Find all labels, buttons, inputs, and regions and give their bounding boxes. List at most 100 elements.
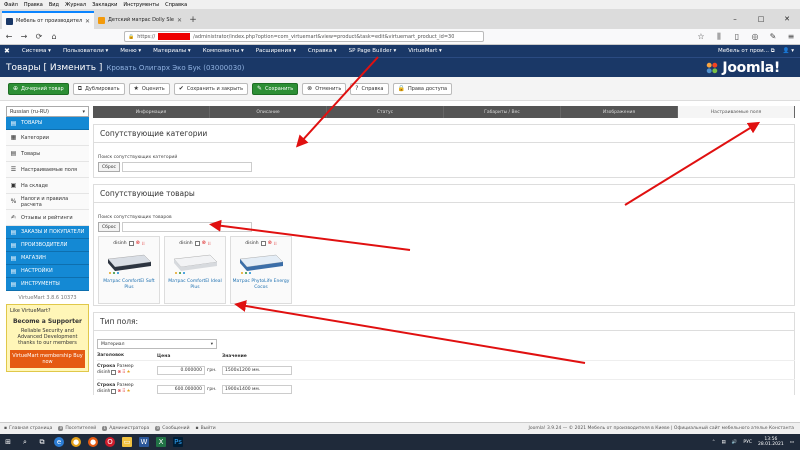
remove-icon[interactable]: ⊗ xyxy=(268,240,272,246)
notifications-icon[interactable]: ▭ xyxy=(790,440,794,445)
toolbar-button[interactable]: ⧉ Дублировать xyxy=(72,82,125,95)
toolbar-button[interactable]: ✔ Сохранить и закрыть xyxy=(173,82,249,95)
star-icon[interactable]: ★ xyxy=(126,370,130,376)
related-categories-search-input[interactable] xyxy=(122,162,253,172)
sidebar-item[interactable]: ▣ На складе xyxy=(6,178,89,194)
sidebar-icon[interactable]: ▯ xyxy=(732,32,742,42)
sidebar-item[interactable]: ☰ Настраиваемые поля xyxy=(6,162,89,178)
browser-menu-item[interactable]: Инструменты xyxy=(123,2,159,8)
input-language[interactable]: РУС xyxy=(743,440,752,445)
sidebar-item[interactable]: ▤ МАГАЗИН xyxy=(6,252,89,265)
topbar-menu-item[interactable]: Справка ▾ xyxy=(308,48,337,54)
url-bar[interactable]: 🔒 https:// /administrator/index.php?opti… xyxy=(124,31,484,42)
maximize-button[interactable]: □ xyxy=(748,9,774,29)
remove-icon[interactable]: ⊗ xyxy=(202,240,206,246)
new-tab-button[interactable]: + xyxy=(186,11,200,29)
sidebar-item[interactable]: ▤ ЗАКАЗЫ И ПОКУПАТЕЛИ xyxy=(6,226,89,239)
pen-icon[interactable]: ✎ xyxy=(768,32,778,42)
library-icon[interactable]: ⫼ xyxy=(714,32,724,42)
topbar-menu-item[interactable]: Система ▾ xyxy=(22,48,51,54)
drag-handle-icon[interactable]: ⠿ xyxy=(122,370,125,376)
browser-menu-item[interactable]: Файл xyxy=(4,2,18,8)
sidebar-item[interactable]: ▤ ТОВАРЫ xyxy=(6,117,89,130)
bookmark-star-icon[interactable]: ☆ xyxy=(696,32,706,42)
product-tab[interactable]: Габариты / Вес xyxy=(444,106,561,118)
task-view-icon[interactable]: ⧉ xyxy=(37,437,47,447)
site-link[interactable]: Мебель от прои... ⧉ xyxy=(718,48,775,55)
product-tab[interactable]: Настраиваемые поля xyxy=(678,106,795,118)
toolbar-button[interactable]: ★ Оценить xyxy=(128,82,170,95)
topbar-menu-item[interactable]: Материалы ▾ xyxy=(153,48,191,54)
sidebar-item[interactable]: ▤ Товары xyxy=(6,146,89,162)
joomla-logo-icon[interactable]: ✖ xyxy=(4,47,10,55)
edge-icon[interactable]: e xyxy=(54,437,64,447)
toolbar-button[interactable]: 🔒 Права доступа xyxy=(392,82,453,95)
product-checkbox[interactable] xyxy=(128,240,134,246)
footer-link[interactable]: 0 Сообщений xyxy=(155,426,190,431)
volume-icon[interactable]: 🔊 xyxy=(732,440,738,445)
product-tab[interactable]: Статус xyxy=(327,106,444,118)
row-checkbox[interactable] xyxy=(111,370,117,376)
toolbar-button[interactable]: ? Справка xyxy=(350,82,389,95)
browser-tab[interactable]: Детский матрас Dolly Sleep i✕ xyxy=(94,11,186,29)
product-tab[interactable]: Изображения xyxy=(561,106,678,118)
value-input[interactable]: 1500x1200 мм. xyxy=(222,365,292,375)
footer-link[interactable]: ▪ Выйти xyxy=(196,426,216,431)
product-checkbox[interactable] xyxy=(194,240,200,246)
toolbar-button[interactable]: ⊗ Отменить xyxy=(302,82,347,95)
remove-icon[interactable]: ⊗ xyxy=(136,240,140,246)
related-products-reset-button[interactable]: Сброс xyxy=(98,222,121,232)
related-product-name[interactable]: Матрас ComfortEl Ideal Plus xyxy=(165,279,225,291)
network-icon[interactable]: ▤ xyxy=(721,440,725,445)
topbar-menu-item[interactable]: Компоненты ▾ xyxy=(203,48,244,54)
price-input[interactable]: 600.000000 xyxy=(157,384,205,394)
footer-link[interactable]: 1 Администратора xyxy=(102,426,149,431)
minimize-button[interactable]: – xyxy=(722,9,748,29)
opera-icon[interactable]: O xyxy=(105,437,115,447)
close-window-button[interactable]: ✕ xyxy=(774,9,800,29)
photoshop-icon[interactable]: Ps xyxy=(173,437,183,447)
star-icon[interactable]: ★ xyxy=(126,389,130,395)
row-checkbox[interactable] xyxy=(111,389,117,395)
language-select[interactable]: Russian (ru-RU) ▾ xyxy=(6,106,89,117)
browser-tab[interactable]: Мебель от производителя в Ки✕ xyxy=(2,11,94,29)
field-type-select[interactable]: Материал ▾ xyxy=(97,339,217,349)
product-checkbox[interactable] xyxy=(260,240,266,246)
back-button[interactable]: ← xyxy=(4,32,14,42)
related-product-name[interactable]: Матрас PhytoLife Energy Cocos xyxy=(231,279,291,291)
related-product-card[interactable]: disinh ⊗ ⠿ Матрас ComfortEl Ideal Plus xyxy=(164,236,226,304)
sidebar-item[interactable]: % Налоги и правила расчета xyxy=(6,194,89,210)
topbar-menu-item[interactable]: Меню ▾ xyxy=(120,48,141,54)
sidebar-item[interactable]: ▤ НАСТРОЙКИ xyxy=(6,265,89,278)
extension-icon[interactable]: ◎ xyxy=(750,32,760,42)
related-categories-reset-button[interactable]: Сброс xyxy=(98,162,121,172)
reload-button[interactable]: ⟳ xyxy=(34,32,44,42)
sidebar-item[interactable]: ✍ Отзывы и рейтинги xyxy=(6,210,89,226)
windows-start-icon[interactable]: ⊞ xyxy=(3,437,13,447)
browser-menu-item[interactable]: Закладки xyxy=(92,2,117,8)
close-tab-icon[interactable]: ✕ xyxy=(177,17,182,24)
folder-icon[interactable]: ▭ xyxy=(122,437,132,447)
topbar-menu-item[interactable]: Пользователи ▾ xyxy=(63,48,108,54)
topbar-menu-item[interactable]: Расширения ▾ xyxy=(256,48,296,54)
membership-button[interactable]: VirtueMart membership Buy now xyxy=(10,350,85,368)
hamburger-menu-icon[interactable]: ≡ xyxy=(786,32,796,42)
footer-link[interactable]: ▪ Главная страница xyxy=(4,426,52,431)
drag-handle-icon[interactable]: ⠿ xyxy=(142,241,145,246)
product-tab[interactable]: Описание xyxy=(210,106,327,118)
search-icon[interactable]: ⌕ xyxy=(20,437,30,447)
firefox-icon[interactable]: ● xyxy=(88,437,98,447)
value-input[interactable]: 1900x1400 мм. xyxy=(222,384,292,394)
sidebar-item[interactable]: ▦ Категории xyxy=(6,130,89,146)
excel-icon[interactable]: X xyxy=(156,437,166,447)
chrome-icon[interactable]: ● xyxy=(71,437,81,447)
forward-button[interactable]: → xyxy=(19,32,29,42)
remove-icon[interactable]: ⊗ xyxy=(117,389,121,395)
related-products-search-input[interactable] xyxy=(122,222,253,232)
drag-handle-icon[interactable]: ⠿ xyxy=(208,241,211,246)
related-product-name[interactable]: Матрас ComfortEl Soft Plus xyxy=(99,279,159,291)
close-tab-icon[interactable]: ✕ xyxy=(85,18,90,25)
clock[interactable]: 13:56 28.01.2021 xyxy=(758,437,784,448)
home-button[interactable]: ⌂ xyxy=(49,32,59,42)
product-tab[interactable]: Информация xyxy=(93,106,210,118)
